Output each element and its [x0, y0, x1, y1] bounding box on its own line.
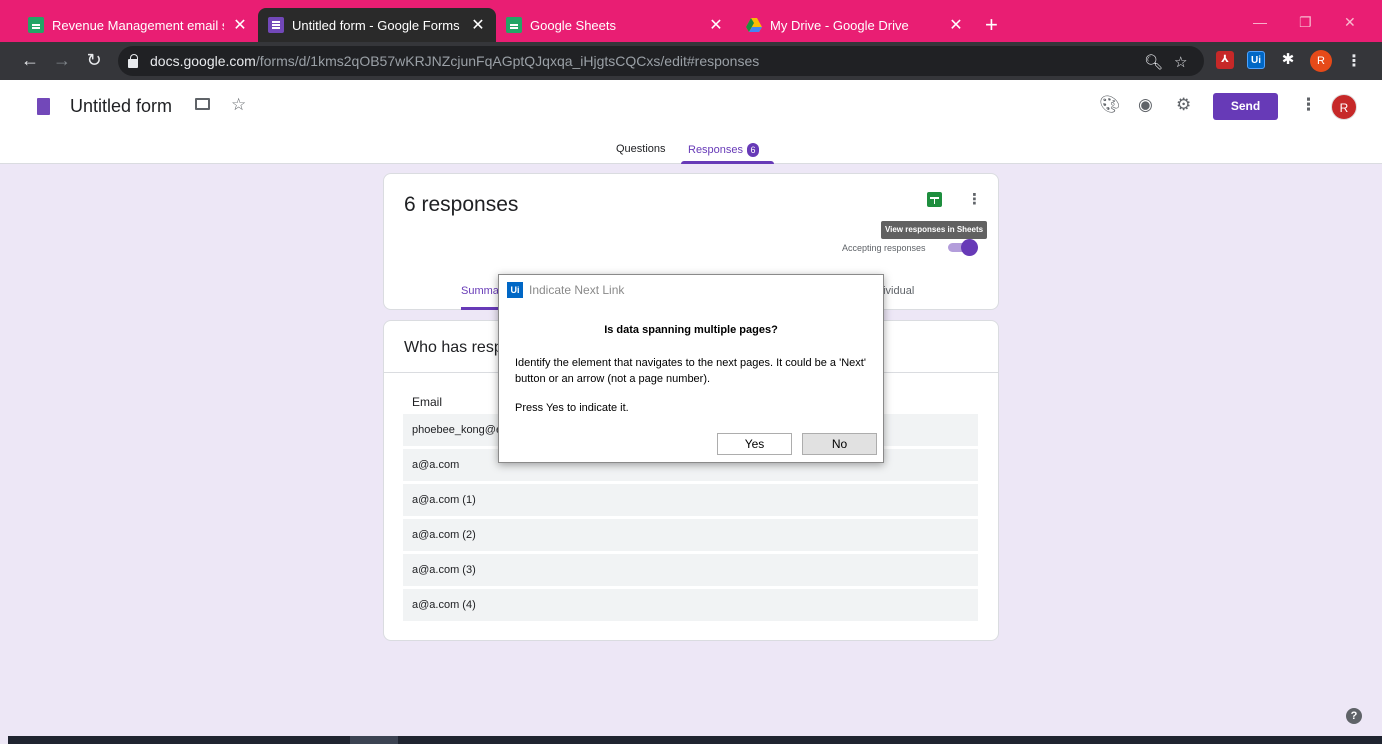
- close-tab-icon[interactable]: ✕: [232, 15, 248, 35]
- tab-title: My Drive - Google Drive: [770, 17, 909, 33]
- sheets-icon: [506, 17, 522, 33]
- forward-icon[interactable]: →: [51, 50, 73, 71]
- back-icon[interactable]: ←: [19, 50, 41, 71]
- account-avatar[interactable]: R: [1331, 94, 1357, 120]
- browser-tab-forms[interactable]: Untitled form - Google Forms ✕: [258, 8, 496, 42]
- tab-title: Untitled form - Google Forms: [292, 17, 460, 33]
- who-responded-title: Who has resp: [404, 339, 503, 356]
- close-tab-icon[interactable]: ✕: [470, 15, 486, 35]
- email-column-header: Email: [412, 395, 443, 409]
- windows-taskbar: [8, 736, 1382, 744]
- close-window-icon[interactable]: ✕: [1344, 14, 1356, 31]
- uipath-logo-icon: Ui: [507, 281, 523, 298]
- google-forms-logo-icon[interactable]: [37, 98, 50, 115]
- email-row: a@a.com (2): [403, 519, 978, 551]
- responses-count-badge: 6: [747, 143, 760, 157]
- tab-questions[interactable]: Questions: [616, 143, 666, 155]
- close-tab-icon[interactable]: ✕: [948, 15, 964, 35]
- sheets-icon: [28, 17, 44, 33]
- bookmark-star-icon[interactable]: ☆: [1174, 53, 1187, 71]
- tab-responses-label: Responses: [688, 144, 744, 156]
- close-tab-icon[interactable]: ✕: [708, 15, 724, 35]
- lock-icon: [128, 53, 138, 68]
- browser-tab-strip: Revenue Management email sub ✕ Untitled …: [0, 0, 1382, 48]
- browser-menu-icon[interactable]: ⋮: [1346, 51, 1362, 71]
- tab-title: Revenue Management email sub: [52, 17, 224, 33]
- no-button[interactable]: No: [802, 433, 877, 455]
- browser-profile-avatar[interactable]: R: [1310, 50, 1332, 72]
- dialog-title: Indicate Next Link: [529, 282, 625, 297]
- zoom-icon[interactable]: 🔍︎: [1144, 53, 1163, 71]
- move-to-folder-icon[interactable]: [195, 98, 210, 110]
- sheets-tooltip: View responses in Sheets: [881, 221, 987, 239]
- dialog-body-text: Identify the element that navigates to t…: [515, 357, 866, 385]
- minimize-icon[interactable]: —: [1253, 14, 1267, 30]
- taskbar-active-app[interactable]: [350, 736, 398, 744]
- browser-tab-revenue[interactable]: Revenue Management email sub ✕: [18, 10, 258, 40]
- customize-theme-palette-icon[interactable]: 🎨︎: [1099, 95, 1121, 115]
- form-title[interactable]: Untitled form: [70, 96, 172, 117]
- toggle-knob[interactable]: [961, 239, 978, 256]
- subtab-summary[interactable]: Summa: [461, 285, 499, 297]
- indicate-next-link-dialog: Ui Indicate Next Link Is data spanning m…: [498, 274, 884, 463]
- uipath-extension-icon[interactable]: Ui: [1247, 51, 1265, 69]
- settings-gear-icon[interactable]: ⚙: [1176, 95, 1191, 115]
- dialog-instruction: Press Yes to indicate it.: [515, 402, 629, 414]
- forms-header: Untitled form ☆ 🎨︎ ◉ ⚙ Send ⋮ R Question…: [0, 80, 1382, 164]
- maximize-icon[interactable]: ❐: [1299, 14, 1312, 31]
- browser-tab-drive[interactable]: My Drive - Google Drive ✕: [736, 10, 974, 40]
- star-icon[interactable]: ☆: [231, 95, 246, 115]
- send-button[interactable]: Send: [1213, 93, 1278, 120]
- drive-icon: [746, 17, 762, 33]
- responses-count-title: 6 responses: [404, 193, 519, 216]
- browser-toolbar: ← → ↻ docs.google.com/forms/d/1kms2qOB57…: [0, 42, 1382, 80]
- tab-title: Google Sheets: [530, 17, 617, 33]
- responses-more-icon[interactable]: ⋮: [967, 190, 982, 208]
- email-row: a@a.com (1): [403, 484, 978, 516]
- forms-icon: [268, 17, 284, 33]
- dialog-titlebar[interactable]: Ui Indicate Next Link: [499, 275, 883, 304]
- reload-icon[interactable]: ↻: [83, 50, 105, 71]
- dialog-heading: Is data spanning multiple pages?: [604, 324, 778, 336]
- accepting-responses-label: Accepting responses: [842, 243, 926, 253]
- more-options-icon[interactable]: ⋮: [1300, 95, 1317, 115]
- browser-tab-sheets[interactable]: Google Sheets ✕: [496, 10, 734, 40]
- preview-eye-icon[interactable]: ◉: [1138, 95, 1153, 115]
- address-bar[interactable]: docs.google.com/forms/d/1kms2qOB57wKRJNZ…: [118, 46, 1204, 76]
- tab-responses[interactable]: Responses 6: [688, 143, 760, 157]
- extensions-puzzle-icon[interactable]: ✱: [1279, 51, 1297, 69]
- active-tab-indicator: [681, 161, 774, 164]
- help-icon[interactable]: ?: [1346, 708, 1362, 724]
- new-tab-icon[interactable]: +: [985, 12, 998, 38]
- yes-button[interactable]: Yes: [717, 433, 792, 455]
- view-in-sheets-icon[interactable]: [927, 192, 942, 207]
- email-row: a@a.com (3): [403, 554, 978, 586]
- acrobat-extension-icon[interactable]: ⅄: [1216, 51, 1234, 69]
- url-text: docs.google.com/forms/d/1kms2qOB57wKRJNZ…: [150, 53, 760, 69]
- email-row: a@a.com (4): [403, 589, 978, 621]
